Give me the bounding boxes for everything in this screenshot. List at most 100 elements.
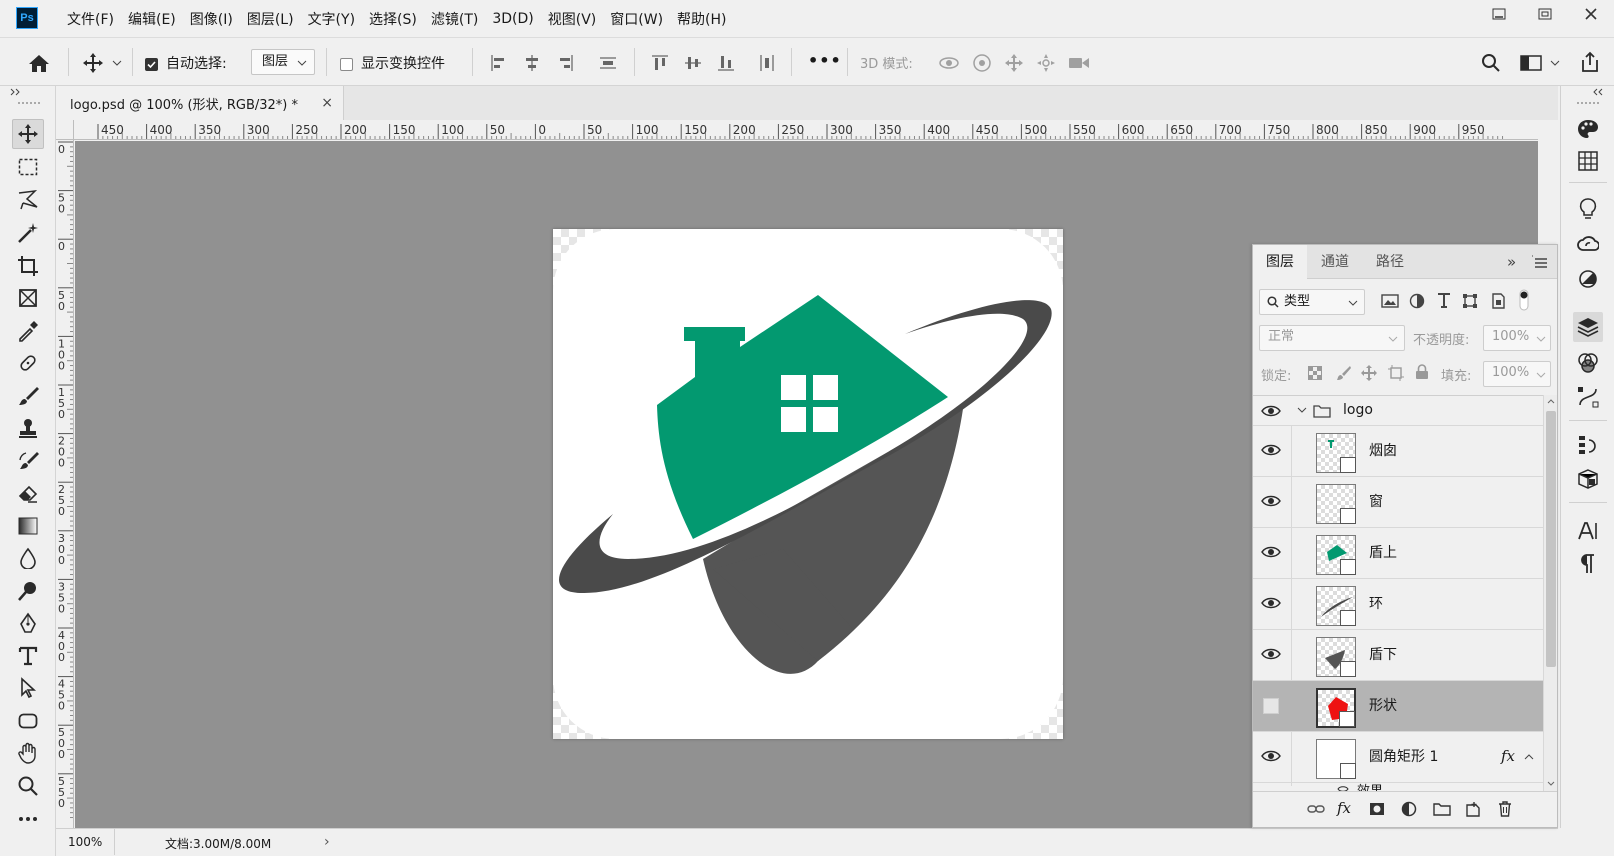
frame-tool[interactable]: [12, 283, 44, 313]
document-tab[interactable]: logo.psd @ 100% (形状, RGB/32*) * ×: [56, 86, 344, 120]
fill-input[interactable]: 100%: [1483, 361, 1551, 387]
layer-mask-icon[interactable]: [1369, 802, 1385, 816]
close-document-icon[interactable]: ×: [321, 95, 333, 111]
fx-indicator[interactable]: fx: [1501, 747, 1515, 765]
paths-panel-button[interactable]: [1573, 382, 1603, 412]
scrollbar-thumb[interactable]: [1546, 411, 1556, 667]
effects-row[interactable]: 效果: [1253, 783, 1543, 791]
status-menu-arrow[interactable]: ›: [324, 834, 330, 850]
layer-row-rounded-rectangle[interactable]: 圆角矩形 1 fx: [1253, 732, 1543, 783]
menu-filter[interactable]: 滤镜(T): [424, 9, 485, 29]
lasso-tool[interactable]: [12, 185, 44, 215]
artboard[interactable]: [553, 229, 1063, 739]
dodge-tool[interactable]: [12, 576, 44, 606]
menu-3d[interactable]: 3D(D): [485, 11, 540, 27]
more-options-button[interactable]: •••: [808, 51, 842, 70]
expand-dock-icon[interactable]: [1593, 88, 1605, 96]
tab-layers[interactable]: 图层: [1253, 245, 1307, 279]
layer-row-shield-upper[interactable]: 盾上: [1253, 528, 1543, 579]
color-panel-button[interactable]: [1573, 114, 1603, 144]
workspace-button[interactable]: [1516, 52, 1546, 74]
show-transform-checkbox[interactable]: [338, 56, 354, 72]
collapse-panel-icon[interactable]: »: [1507, 253, 1516, 271]
gradient-tool[interactable]: [12, 511, 44, 541]
more-tools-button[interactable]: [12, 804, 44, 834]
menu-file[interactable]: 文件(F): [60, 9, 121, 29]
healing-brush-tool[interactable]: [12, 348, 44, 378]
menu-layer[interactable]: 图层(L): [240, 9, 301, 29]
layer-row-shape[interactable]: 形状: [1253, 681, 1543, 732]
tab-paths[interactable]: 路径: [1363, 245, 1417, 279]
eye-icon[interactable]: [1261, 443, 1281, 459]
learn-panel-button[interactable]: [1573, 194, 1603, 224]
auto-select-target-dropdown[interactable]: 图层: [251, 49, 315, 75]
share-button[interactable]: [1578, 50, 1602, 74]
trash-icon[interactable]: [1498, 801, 1512, 817]
eraser-tool[interactable]: [12, 478, 44, 508]
3d-roll-button[interactable]: [970, 52, 994, 74]
chevron-up-icon[interactable]: [1524, 754, 1534, 760]
chevron-down-icon[interactable]: [1297, 407, 1307, 414]
scroll-up-icon[interactable]: [1547, 399, 1555, 404]
align-hcenter-button[interactable]: [521, 52, 543, 74]
eye-icon[interactable]: [1261, 404, 1281, 420]
3d-orbit-button[interactable]: [937, 52, 961, 74]
layer-row-ring[interactable]: 环: [1253, 579, 1543, 630]
filter-shape-button[interactable]: [1462, 293, 1478, 309]
opacity-input[interactable]: 100%: [1483, 325, 1551, 351]
layer-row-chimney[interactable]: 烟囱: [1253, 426, 1543, 477]
move-tool-preset[interactable]: [80, 50, 106, 76]
close-button[interactable]: [1568, 0, 1614, 28]
3d-panel-button[interactable]: [1573, 464, 1603, 494]
align-bottom-button[interactable]: [715, 52, 737, 74]
eye-icon[interactable]: [1261, 647, 1281, 663]
libraries-panel-button[interactable]: [1573, 229, 1603, 259]
grip-handle[interactable]: [18, 102, 40, 106]
menu-image[interactable]: 图像(I): [183, 9, 240, 29]
magic-wand-tool[interactable]: [12, 218, 44, 248]
layer-row-shield-lower[interactable]: 盾下: [1253, 630, 1543, 681]
3d-slide-button[interactable]: [1034, 52, 1058, 74]
layers-panel-button[interactable]: [1573, 312, 1603, 342]
move-tool[interactable]: [12, 119, 44, 149]
lock-pixels-button[interactable]: [1336, 365, 1352, 381]
lock-all-button[interactable]: [1415, 364, 1429, 380]
paragraph-panel-button[interactable]: [1573, 549, 1603, 579]
eye-icon[interactable]: [1261, 545, 1281, 561]
menu-type[interactable]: 文字(Y): [301, 9, 362, 29]
scroll-down-icon[interactable]: [1547, 781, 1555, 786]
hand-tool[interactable]: [12, 738, 44, 768]
ruler-origin[interactable]: [56, 120, 74, 140]
search-button[interactable]: [1479, 52, 1503, 74]
lock-artboard-button[interactable]: [1388, 365, 1404, 381]
panel-menu-button[interactable]: [1532, 255, 1548, 269]
new-layer-icon[interactable]: [1465, 801, 1481, 817]
filter-adjustment-button[interactable]: [1409, 293, 1425, 309]
auto-select-checkbox[interactable]: [143, 56, 159, 72]
history-panel-button[interactable]: [1573, 430, 1603, 460]
zoom-level[interactable]: 100%: [68, 835, 102, 849]
filter-smart-object-button[interactable]: [1490, 293, 1506, 309]
eye-icon[interactable]: [1261, 596, 1281, 612]
menu-window[interactable]: 窗口(W): [603, 9, 670, 29]
menu-select[interactable]: 选择(S): [362, 9, 424, 29]
rectangle-tool[interactable]: [12, 706, 44, 736]
clone-stamp-tool[interactable]: [12, 413, 44, 443]
distribute-horizontal-button[interactable]: [756, 52, 778, 74]
restore-button[interactable]: [1522, 0, 1568, 28]
align-vcenter-button[interactable]: [682, 52, 704, 74]
workspace-dropdown[interactable]: [1548, 58, 1562, 68]
3d-camera-button[interactable]: [1066, 52, 1092, 74]
horizontal-ruler[interactable]: 450 400 350 300 250 200 150 100 50 0 50 100 150 200 25…: [74, 120, 1538, 140]
3d-pan-button[interactable]: [1002, 52, 1026, 74]
home-button[interactable]: [26, 50, 52, 76]
collapse-toolbox-icon[interactable]: [10, 88, 22, 96]
menu-view[interactable]: 视图(V): [541, 9, 604, 29]
lock-position-button[interactable]: [1361, 365, 1377, 381]
adjustment-layer-icon[interactable]: [1401, 801, 1417, 817]
new-group-folder-icon[interactable]: [1433, 802, 1451, 816]
align-right-button[interactable]: [554, 52, 576, 74]
path-selection-tool[interactable]: [12, 673, 44, 703]
blend-mode-dropdown[interactable]: 正常: [1259, 325, 1405, 351]
channels-panel-button[interactable]: [1573, 348, 1603, 378]
